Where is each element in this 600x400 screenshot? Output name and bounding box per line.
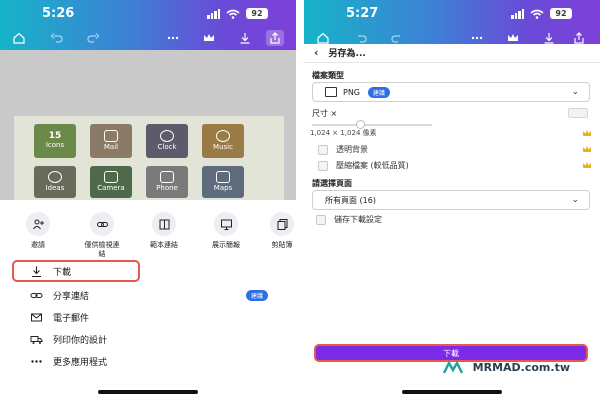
editor-toolbar <box>0 30 296 48</box>
template-icon <box>159 219 169 229</box>
pages-select[interactable]: 所有頁面 (16) ⌄ <box>312 190 590 210</box>
size-input[interactable] <box>568 108 588 118</box>
chevron-down-icon: ⌄ <box>571 87 579 97</box>
chevron-down-icon: ⌄ <box>571 195 579 205</box>
save-as-panel: ‹ 另存為... 檔案類型 PNG 建議 ⌄ 尺寸 × 1,024 × 1,02… <box>304 44 600 400</box>
signal-icon <box>511 8 524 19</box>
status-indicators: 92 <box>511 8 572 19</box>
undo-icon[interactable] <box>48 30 66 46</box>
add-people-icon <box>32 219 44 229</box>
wifi-icon <box>530 9 544 19</box>
share-clipboard[interactable]: 剪貼簿 <box>254 212 296 250</box>
copy-icon <box>277 218 287 230</box>
status-indicators: 92 <box>207 8 268 19</box>
home-icon[interactable] <box>10 30 28 46</box>
share-link-icon <box>28 288 44 302</box>
bulb-glyph-icon <box>48 171 62 184</box>
more-icon <box>28 354 44 368</box>
design-tile: Mail <box>90 124 132 158</box>
size-label: 尺寸 × <box>312 109 338 118</box>
panel-title: 另存為... <box>328 48 366 59</box>
status-bar: 5:26 92 <box>0 6 296 22</box>
more-options-icon[interactable] <box>164 30 182 46</box>
size-hint: 1,024 × 1,024 像素 <box>310 129 377 137</box>
share-template-link[interactable]: 範本連結 <box>136 212 192 250</box>
design-tile: Music <box>202 124 244 158</box>
image-icon <box>325 87 337 97</box>
right-phone-screen: 5:27 92 ‹ 另存為... 檔案類型 PNG 建議 ⌄ 尺寸 × 1,02… <box>304 0 600 400</box>
design-tile: Ideas <box>34 166 76 198</box>
size-slider[interactable] <box>312 124 432 126</box>
pages-label: 請選擇頁面 <box>312 179 352 188</box>
wifi-icon <box>226 9 240 19</box>
signal-icon <box>207 8 220 19</box>
panel-header: ‹ 另存為... <box>314 44 366 60</box>
editor-header: 5:26 92 <box>0 0 296 50</box>
option-save-settings[interactable]: 儲存下載設定 <box>316 214 382 225</box>
checkbox[interactable] <box>316 214 326 225</box>
crown-icon <box>583 130 591 136</box>
share-sheet: 邀請 僅供檢視連 結 範本連結 展示簡報 剪貼簿 下載 分享連結 建議 電子郵件… <box>0 200 296 400</box>
home-indicator <box>98 390 198 394</box>
design-tile: Clock <box>146 124 188 158</box>
menu-print-design[interactable]: 列印你的設計 <box>12 328 284 350</box>
menu-more-apps[interactable]: 更多應用程式 <box>12 350 284 372</box>
watermark: MRMAD.com.tw <box>442 360 570 374</box>
menu-share-link[interactable]: 分享連結 建議 <box>12 284 284 306</box>
menu-download[interactable]: 下載 <box>12 260 140 282</box>
header-divider <box>304 62 600 63</box>
crown-icon <box>583 162 591 168</box>
download-icon[interactable] <box>236 30 254 46</box>
pages-value: 所有頁面 (16) <box>325 195 376 205</box>
design-tile: Phone <box>146 166 188 198</box>
map-glyph-icon <box>216 171 230 184</box>
status-time: 5:26 <box>42 6 75 21</box>
phone-glyph-icon <box>160 171 174 184</box>
editor-header: 5:27 92 <box>304 0 600 50</box>
back-chevron-icon[interactable]: ‹ <box>314 46 319 59</box>
mrmad-logo-icon <box>442 360 463 374</box>
present-icon <box>220 219 232 230</box>
checkbox[interactable] <box>318 144 328 155</box>
divider-gutter <box>296 0 304 400</box>
headphones-glyph-icon <box>216 130 230 143</box>
design-tile: Maps <box>202 166 244 198</box>
print-truck-icon <box>28 332 44 346</box>
share-view-only-link[interactable]: 僅供檢視連 結 <box>74 212 130 259</box>
redo-icon[interactable] <box>84 30 102 46</box>
home-indicator <box>402 390 502 394</box>
option-transparent-bg[interactable]: 透明背景 <box>318 144 368 155</box>
crown-icon[interactable] <box>200 30 218 46</box>
link-icon <box>96 221 108 227</box>
checkbox[interactable] <box>318 160 328 171</box>
screenshot-stage: 5:26 92 15 Icons Mail Clock Music Ideas … <box>0 0 600 400</box>
file-type-select[interactable]: PNG 建議 ⌄ <box>312 82 590 102</box>
share-actions-row: 邀請 僅供檢視連 結 範本連結 展示簡報 剪貼簿 <box>0 212 296 259</box>
crown-icon <box>583 146 591 152</box>
menu-email[interactable]: 電子郵件 <box>12 306 284 328</box>
share-icon[interactable] <box>266 30 284 46</box>
design-tile: Camera <box>90 166 132 198</box>
share-invite[interactable]: 邀請 <box>10 212 66 250</box>
mail-glyph-icon <box>104 130 118 143</box>
share-present[interactable]: 展示簡報 <box>198 212 254 250</box>
design-canvas[interactable]: 15 Icons Mail Clock Music Ideas Camera Ph… <box>0 50 296 226</box>
mail-icon <box>28 310 44 324</box>
option-compress[interactable]: 壓縮檔案 (較低品質) <box>318 160 409 171</box>
left-phone-screen: 5:26 92 15 Icons Mail Clock Music Ideas … <box>0 0 296 400</box>
clock-glyph-icon <box>160 130 174 143</box>
file-type-value: PNG <box>343 87 361 97</box>
battery-indicator: 92 <box>246 8 268 19</box>
design-tile: 15 Icons <box>34 124 76 158</box>
suggested-badge: 建議 <box>368 86 391 98</box>
download-icon <box>28 264 44 278</box>
battery-indicator: 92 <box>550 8 572 19</box>
status-time: 5:27 <box>346 6 379 21</box>
file-type-label: 檔案類型 <box>312 71 344 80</box>
status-bar: 5:27 92 <box>304 6 600 22</box>
camera-glyph-icon <box>104 171 118 184</box>
suggested-badge: 建議 <box>245 290 268 301</box>
